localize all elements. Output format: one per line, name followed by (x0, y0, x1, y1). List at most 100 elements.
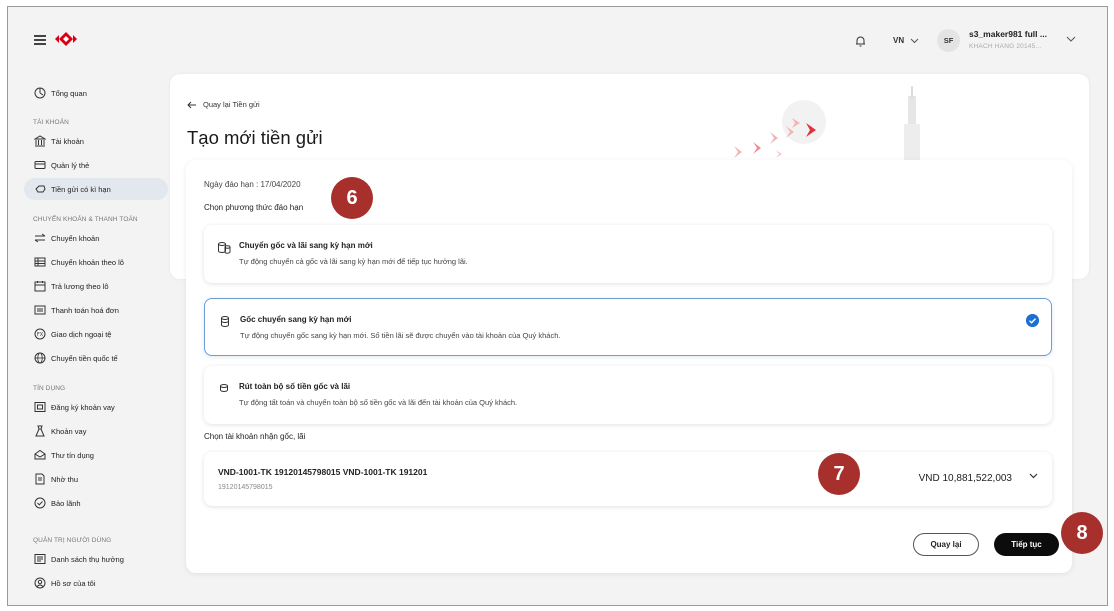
sidebar-item-accounts[interactable]: Tài khoản (24, 130, 168, 152)
sidebar-item-collection[interactable]: Nhờ thu (24, 468, 168, 490)
beneficiary-icon (34, 554, 46, 564)
guarantee-icon (34, 497, 46, 509)
sidebar-item-batch-transfer[interactable]: Chuyển khoản theo lô (24, 251, 168, 273)
collection-icon (35, 473, 45, 485)
top-bar: VN SF s3_maker981 full ... KHACH HANG 20… (8, 7, 1107, 71)
globe-icon (34, 352, 46, 364)
profile-icon (34, 577, 46, 589)
sidebar-item-label: Đăng ký khoản vay (51, 402, 115, 412)
option-title: Rút toàn bộ số tiền gốc và lãi (239, 382, 351, 391)
loan-register-icon (34, 402, 46, 412)
sidebar-item-loan-register[interactable]: Đăng ký khoản vay (24, 396, 168, 418)
piggy-bank-icon (35, 185, 46, 193)
back-link-label: Quay lại Tiền gửi (203, 100, 260, 109)
sidebar-item-label: Tiền gửi có kì hạn (51, 184, 111, 194)
sidebar-item-label: Chuyển khoản theo lô (51, 257, 124, 267)
sidebar-item-label: Thanh toán hoá đơn (51, 305, 119, 315)
maturity-date: Ngày đáo hạn : 17/04/2020 (204, 180, 301, 189)
sidebar-item-label: Chuyển khoản (51, 233, 100, 243)
maturity-option-rollover-principal[interactable]: Gốc chuyển sang kỳ hạn mới Tự động chuyể… (204, 298, 1052, 356)
sidebar-item-transfer[interactable]: Chuyển khoản (24, 227, 168, 249)
back-to-deposits-link[interactable]: Quay lại Tiền gửi (187, 100, 260, 109)
sidebar-item-overview[interactable]: Tổng quan (24, 82, 168, 104)
sidebar-item-label: Thư tín dụng (51, 450, 94, 460)
sidebar-section-credit: TÍN DỤNG (33, 385, 66, 392)
coin-icon (220, 384, 228, 392)
sidebar-item-profile[interactable]: Hồ sơ của tôi (24, 572, 168, 594)
option-description: Tự động tất toán và chuyển toàn bộ số ti… (239, 398, 518, 407)
letter-icon (34, 449, 46, 460)
sidebar: Tổng quan TÀI KHOẢN Tài khoản Quản lý th… (8, 71, 173, 605)
chevron-down-icon[interactable] (1066, 36, 1076, 42)
sidebar-item-label: Khoản vay (51, 426, 87, 436)
calendar-icon (34, 281, 46, 292)
step-callout-8: 8 (1061, 512, 1103, 554)
sidebar-item-label: Nhờ thu (51, 474, 79, 484)
deposit-form-card: Ngày đáo hạn : 17/04/2020 Chọn phương th… (186, 160, 1072, 573)
sidebar-item-label: Giao dịch ngoại tệ (51, 329, 112, 339)
account-balance: VND 10,881,522,003 (918, 473, 1012, 484)
bank-logo-icon[interactable] (55, 31, 77, 47)
user-subtitle: KHACH HANG 20145... (969, 43, 1042, 50)
coins-icon (221, 316, 229, 327)
sidebar-item-guarantee[interactable]: Bảo lãnh (24, 492, 168, 514)
language-label: VN (893, 36, 905, 45)
loan-icon (35, 425, 45, 437)
maturity-option-withdraw-all[interactable]: Rút toàn bộ số tiền gốc và lãi Tự động t… (204, 366, 1052, 424)
arrow-left-icon (187, 101, 196, 108)
option-title: Gốc chuyển sang kỳ hạn mới (240, 315, 352, 324)
app-window: VN SF s3_maker981 full ... KHACH HANG 20… (7, 6, 1108, 606)
menu-icon[interactable] (34, 35, 46, 45)
coins-stack-icon (218, 242, 231, 254)
avatar[interactable]: SF (937, 29, 960, 52)
transfer-icon (34, 233, 46, 243)
sidebar-item-loans[interactable]: Khoản vay (24, 420, 168, 442)
account-name: VND-1001-TK 19120145798015 VND-1001-TK 1… (218, 467, 428, 477)
account-number: 19120145798015 (218, 484, 273, 491)
sidebar-section-user-admin: QUẢN TRỊ NGƯỜI DÙNG (33, 537, 112, 544)
notification-bell-icon[interactable] (855, 35, 866, 47)
maturity-method-label: Chọn phương thức đáo hạn (204, 203, 304, 212)
fx-icon: FX (34, 328, 46, 340)
chevron-down-icon (910, 38, 919, 43)
sidebar-item-label: Trả lương theo lô (51, 281, 109, 291)
language-selector[interactable]: VN (893, 36, 919, 45)
sidebar-section-account: TÀI KHOẢN (33, 119, 69, 126)
maturity-option-rollover-principal-interest[interactable]: Chuyển gốc và lãi sang kỳ hạn mới Tự độn… (204, 225, 1052, 283)
bill-icon (34, 305, 46, 315)
sidebar-item-label: Danh sách thụ hưởng (51, 554, 124, 564)
step-callout-6: 6 (331, 177, 373, 219)
user-name[interactable]: s3_maker981 full ... (969, 29, 1047, 39)
back-button[interactable]: Quay lại (913, 533, 979, 556)
sidebar-item-label: Tài khoản (51, 136, 84, 146)
decorative-illustration (734, 86, 920, 169)
option-description: Tự động chuyển gốc sang kỳ hạn mới. Số t… (240, 331, 561, 340)
sidebar-item-label: Tổng quan (51, 88, 87, 98)
sidebar-item-term-deposit[interactable]: Tiền gửi có kì hạn (24, 178, 168, 200)
sidebar-item-label: Quản lý thẻ (51, 160, 90, 170)
sidebar-item-bill-payment[interactable]: Thanh toán hoá đơn (24, 299, 168, 321)
continue-button[interactable]: Tiếp tục (994, 533, 1059, 556)
option-description: Tự động chuyển cả gốc và lãi sang kỳ hạn… (239, 257, 468, 266)
sidebar-item-card-management[interactable]: Quản lý thẻ (24, 154, 168, 176)
page-title: Tạo mới tiền gửi (187, 127, 323, 148)
sidebar-item-beneficiaries[interactable]: Danh sách thụ hưởng (24, 548, 168, 570)
sidebar-item-label: Bảo lãnh (51, 498, 81, 508)
sidebar-item-label: Chuyển tiền quốc tế (51, 353, 118, 363)
check-circle-icon (1026, 314, 1039, 327)
sidebar-item-fx[interactable]: FX Giao dịch ngoại tệ (24, 323, 168, 345)
sidebar-item-letter-of-credit[interactable]: Thư tín dụng (24, 444, 168, 466)
table-icon (34, 257, 46, 267)
sidebar-item-international-transfer[interactable]: Chuyển tiền quốc tế (24, 347, 168, 369)
card-icon (34, 161, 46, 169)
receiving-account-label: Chọn tài khoản nhận gốc, lãi (204, 432, 306, 441)
sidebar-item-batch-payroll[interactable]: Trả lương theo lô (24, 275, 168, 297)
step-callout-7: 7 (818, 453, 860, 495)
svg-text:FX: FX (37, 332, 44, 338)
bank-icon (34, 135, 46, 147)
receiving-account-select[interactable]: VND-1001-TK 19120145798015 VND-1001-TK 1… (204, 452, 1052, 506)
option-title: Chuyển gốc và lãi sang kỳ hạn mới (239, 241, 373, 250)
sidebar-section-transfer: CHUYỂN KHOẢN & THANH TOÁN (33, 216, 138, 223)
sidebar-item-label: Hồ sơ của tôi (51, 578, 96, 588)
dashboard-icon (34, 87, 46, 99)
